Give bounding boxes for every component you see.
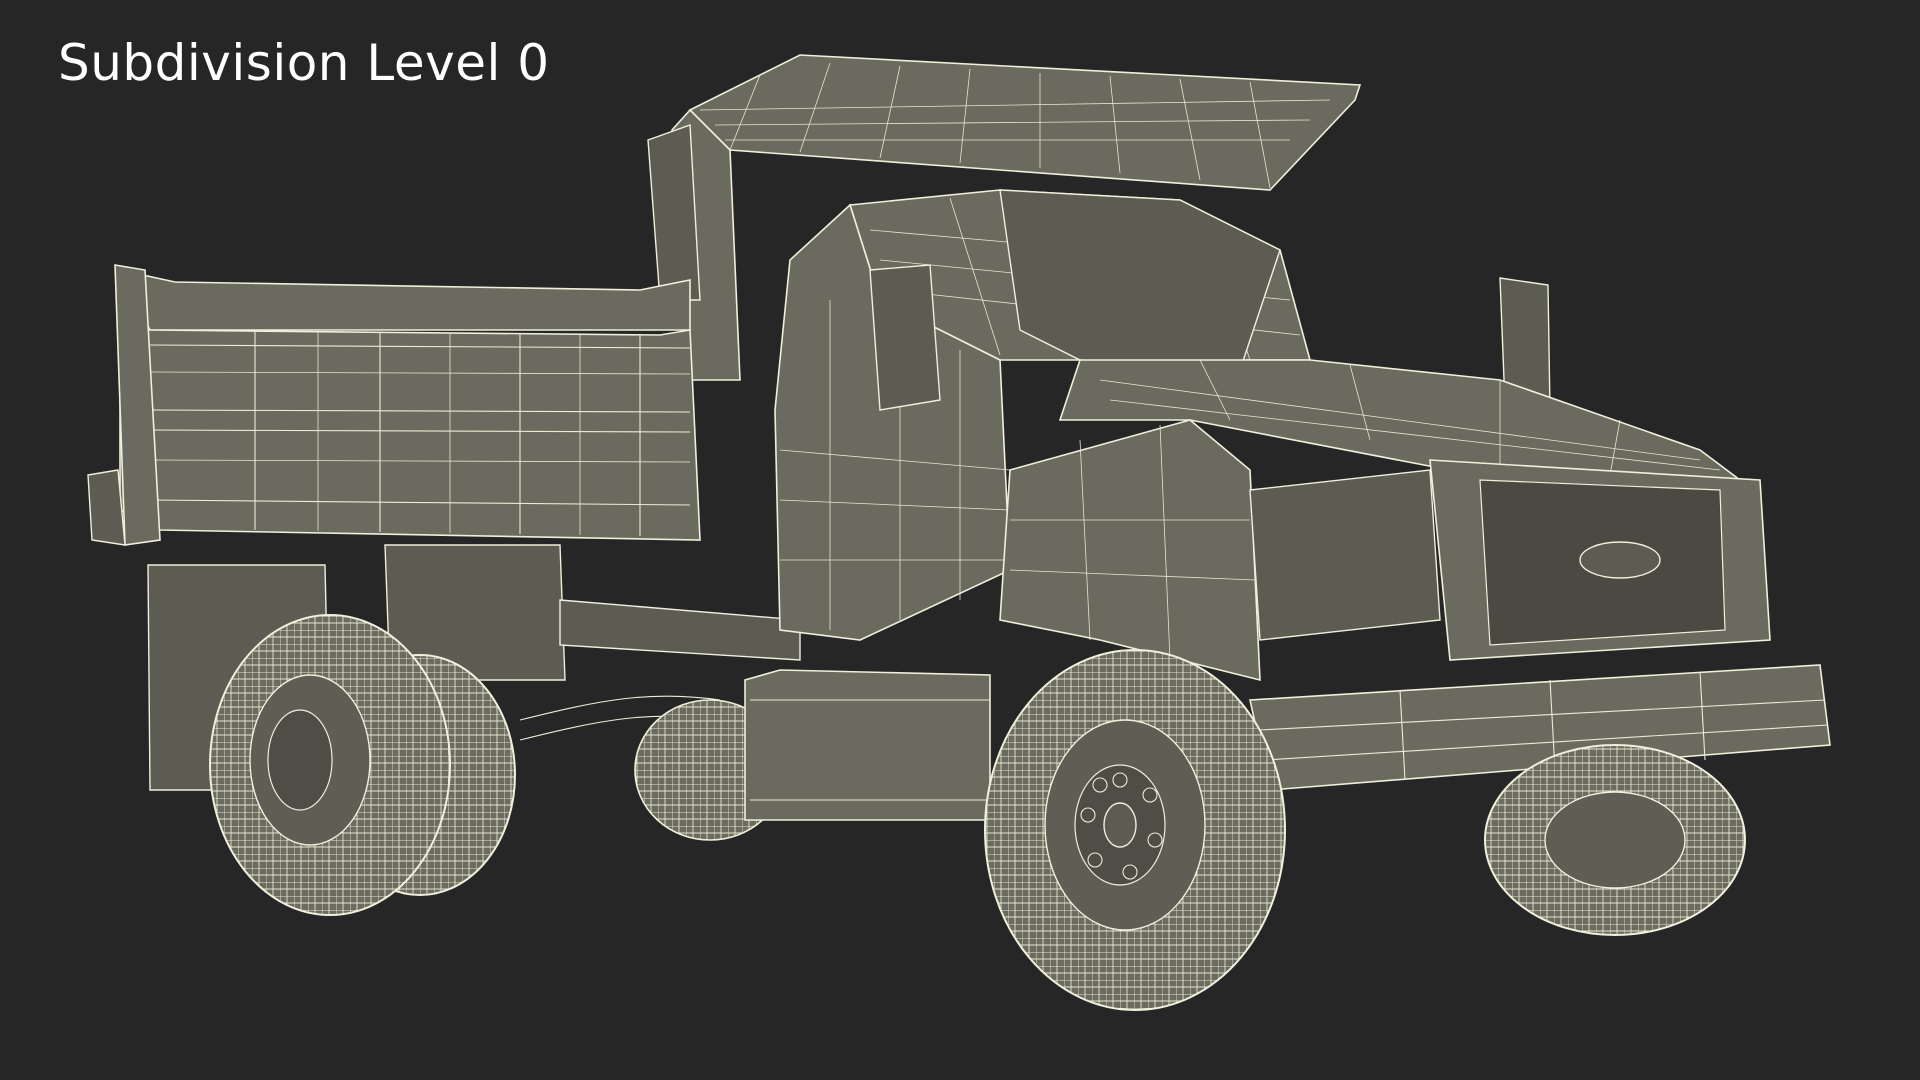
front-wheel-far <box>1484 744 1746 936</box>
headlight-housing <box>1249 469 1441 641</box>
hoist-tower <box>647 124 701 301</box>
badge-oval <box>1579 541 1661 579</box>
side-window <box>869 264 941 411</box>
frame-rail <box>559 599 801 661</box>
render-stage: Subdivision Level 0 <box>0 0 1920 1080</box>
bed-inner-wall <box>119 269 691 331</box>
tail-light-bracket <box>87 469 126 546</box>
front-fender <box>999 419 1261 682</box>
front-wheel-near <box>984 649 1286 1011</box>
wireframe-viewport <box>87 54 1831 1011</box>
cab-step <box>744 669 991 821</box>
